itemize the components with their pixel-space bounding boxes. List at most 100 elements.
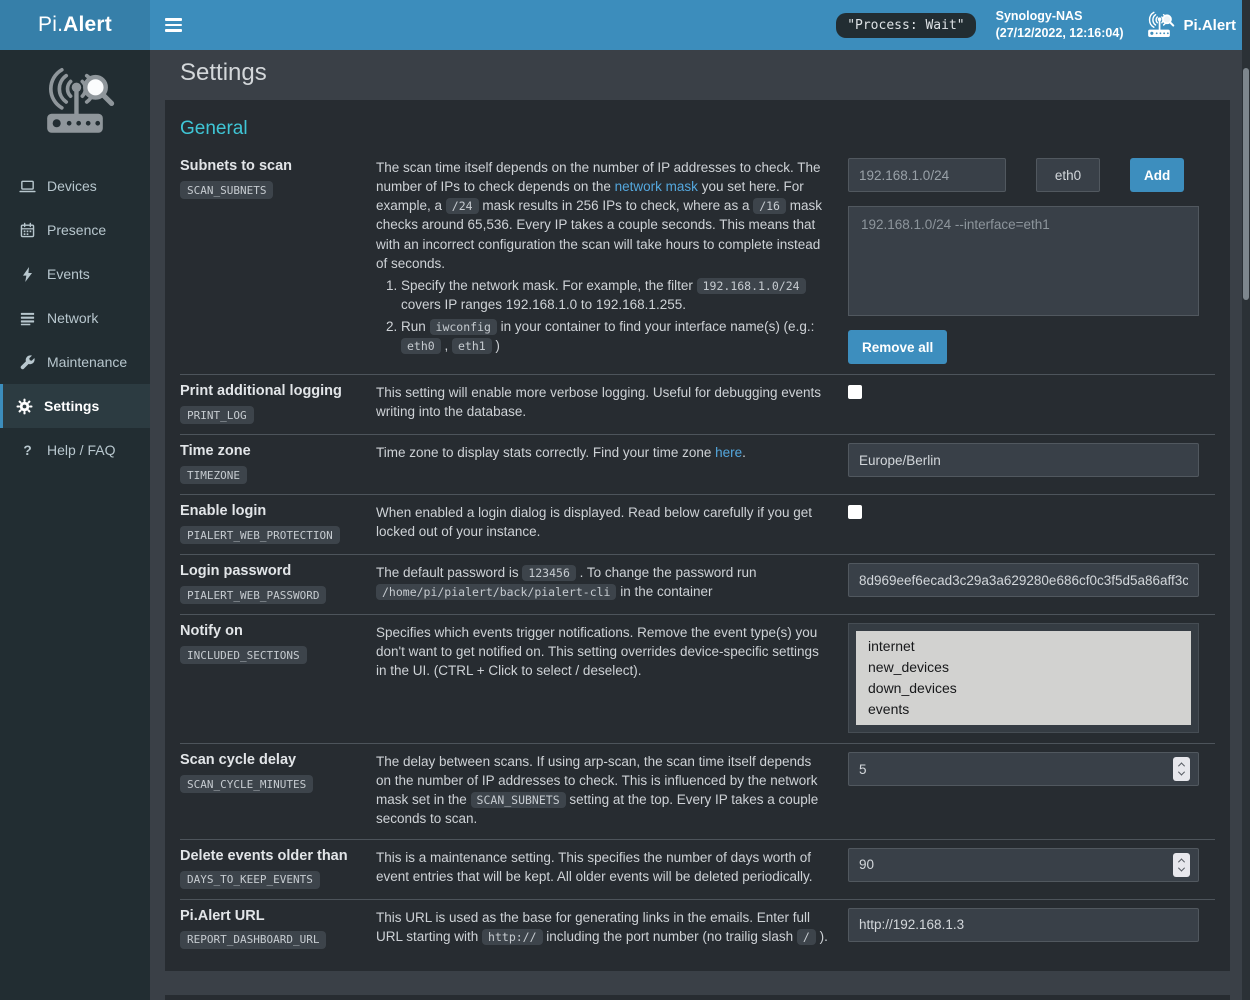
interface-input[interactable] <box>1036 158 1100 192</box>
settings-row-scan-cycle-delay: Scan cycle delaySCAN_CYCLE_MINUTESThe de… <box>180 743 1215 839</box>
sidebar-item-label: Settings <box>44 398 99 414</box>
host-info: Synology-NAS (27/12/2022, 12:16:04) <box>996 8 1124 43</box>
setting-control-cell <box>848 908 1199 949</box>
sidebar-item-devices[interactable]: Devices <box>0 164 150 208</box>
sidebar-item-help-faq[interactable]: ? Help / FAQ <box>0 428 150 472</box>
spinner-down-icon[interactable] <box>1178 769 1185 776</box>
inline-code: eth0 <box>401 338 441 354</box>
panel-general: General Subnets to scan SCAN_SUBNETS The sc… <box>165 100 1230 971</box>
sidebar-item-presence[interactable]: Presence <box>0 208 150 252</box>
scrollbar-thumb[interactable] <box>1243 68 1249 300</box>
scrollbar[interactable] <box>1242 0 1250 1000</box>
process-status-badge: "Process: Wait" <box>836 13 975 38</box>
sidebar-item-label: Network <box>47 310 98 326</box>
inline-code: / <box>797 929 816 945</box>
setting-number-input-wrap <box>848 848 1199 882</box>
add-subnet-button[interactable]: Add <box>1130 158 1184 192</box>
setting-text-input[interactable] <box>848 908 1199 942</box>
sidebar-item-events[interactable]: Events <box>0 252 150 296</box>
router-scan-icon <box>1143 11 1175 39</box>
sidebar-item-label: Presence <box>47 222 106 238</box>
brand-suffix: Alert <box>63 13 112 37</box>
multiselect-box: internetnew_devicesdown_devicesevents <box>848 623 1199 733</box>
setting-description: Time zone to display stats correctly. Fi… <box>376 443 848 484</box>
sidebar: Devices Presence Events Network Maintenance S… <box>0 50 150 1000</box>
setting-key-badge: PIALERT_WEB_PROTECTION <box>180 526 340 544</box>
section-heading: General <box>180 118 1215 140</box>
setting-label: Time zone <box>180 443 376 459</box>
hamburger-menu-icon[interactable] <box>150 0 197 50</box>
setting-checkbox[interactable] <box>848 505 862 519</box>
wrench-icon <box>18 353 36 371</box>
sidebar-item-label: Events <box>47 266 90 282</box>
setting-label: Pi.Alert URL <box>180 908 376 924</box>
inline-code: /home/pi/pialert/back/pialert-cli <box>376 584 616 600</box>
setting-checkbox[interactable] <box>848 385 862 399</box>
remove-all-button[interactable]: Remove all <box>848 330 947 364</box>
sidebar-item-maintenance[interactable]: Maintenance <box>0 340 150 384</box>
setting-key-badge: REPORT_DASHBOARD_URL <box>180 931 326 949</box>
setting-description: The delay between scans. If using arp-sc… <box>376 752 848 829</box>
navbar-brand-label: Pi.Alert <box>1183 17 1236 34</box>
setting-description: Specifies which events trigger notificat… <box>376 623 848 733</box>
setting-key-badge: DAYS_TO_KEEP_EVENTS <box>180 871 320 889</box>
number-spinner[interactable] <box>1173 853 1190 877</box>
setting-description: This is a maintenance setting. This spec… <box>376 848 848 889</box>
settings-row-notify-on: Notify onINCLUDED_SECTIONSSpecifies whic… <box>180 614 1215 743</box>
inline-code: 192.168.1.0/24 <box>697 278 806 294</box>
question-icon: ? <box>18 441 36 459</box>
multiselect-option[interactable]: events <box>856 699 1191 720</box>
multiselect-option[interactable]: internet <box>856 636 1191 657</box>
navbar-brand[interactable]: Pi.Alert <box>1143 11 1236 39</box>
setting-number-input[interactable] <box>848 848 1199 882</box>
spinner-down-icon[interactable] <box>1178 864 1185 871</box>
setting-text-input[interactable] <box>848 563 1199 597</box>
inline-code: http:// <box>482 929 542 945</box>
settings-row-delete-events-older-than: Delete events older thanDAYS_TO_KEEP_EVE… <box>180 839 1215 899</box>
setting-label-cell: Login passwordPIALERT_WEB_PASSWORD <box>180 563 376 604</box>
sidebar-item-network[interactable]: Network <box>0 296 150 340</box>
multiselect-option[interactable]: down_devices <box>856 678 1191 699</box>
setting-label: Subnets to scan <box>180 158 376 174</box>
setting-number-input[interactable] <box>848 752 1199 786</box>
panel-email: EmailEnable emailIf enabled an email is … <box>165 995 1230 1000</box>
setting-key-badge: TIMEZONE <box>180 466 247 484</box>
multiselect-option[interactable]: new_devices <box>856 657 1191 678</box>
setting-key-badge: SCAN_SUBNETS <box>180 181 273 199</box>
settings-row-print-additional-logging: Print additional loggingPRINT_LOGThis se… <box>180 374 1215 434</box>
brand-logo[interactable]: Pi.Alert <box>0 0 150 50</box>
setting-description: The scan time itself depends on the numb… <box>376 158 848 364</box>
svg-text:?: ? <box>23 443 31 458</box>
subnet-listbox[interactable]: 192.168.1.0/24 --interface=eth1 <box>848 206 1199 316</box>
setting-control-cell: Add 192.168.1.0/24 --interface=eth1 Remove… <box>848 158 1199 364</box>
inline-link[interactable]: network mask <box>615 179 698 194</box>
inline-link[interactable]: here <box>715 445 742 460</box>
setting-text-input[interactable] <box>848 443 1199 477</box>
setting-number-input-wrap <box>848 752 1199 786</box>
host-timestamp: (27/12/2022, 12:16:04) <box>996 25 1124 43</box>
subnet-input-row: Add <box>848 158 1199 192</box>
setting-control-cell <box>848 848 1199 889</box>
setting-control-cell: internetnew_devicesdown_devicesevents <box>848 623 1199 733</box>
setting-description: This URL is used as the base for generat… <box>376 908 848 949</box>
pialert-logo <box>0 50 150 164</box>
sidebar-item-settings[interactable]: Settings <box>0 384 150 428</box>
inline-code: /16 <box>753 198 786 214</box>
settings-row-pi-alert-url: Pi.Alert URL REPORT_DASHBOARD_URL This URL… <box>180 899 1215 959</box>
setting-instructions-list: Specify the network mask. For example, t… <box>376 276 828 356</box>
setting-label-cell: Time zone TIMEZONE <box>180 443 376 484</box>
bolt-icon <box>18 265 36 283</box>
setting-label-cell: Pi.Alert URL REPORT_DASHBOARD_URL <box>180 908 376 949</box>
sidebar-item-label: Help / FAQ <box>47 442 115 458</box>
setting-key-badge: PIALERT_WEB_PASSWORD <box>180 586 326 604</box>
settings-row-login-password: Login passwordPIALERT_WEB_PASSWORDThe de… <box>180 554 1215 614</box>
sidebar-item-label: Maintenance <box>47 354 127 370</box>
setting-label: Print additional logging <box>180 383 376 399</box>
subnet-mask-input[interactable] <box>848 158 1006 192</box>
subnet-entry[interactable]: 192.168.1.0/24 --interface=eth1 <box>861 217 1186 232</box>
multiselect-list[interactable]: internetnew_devicesdown_devicesevents <box>856 631 1191 725</box>
instruction-item: Specify the network mask. For example, t… <box>401 276 828 314</box>
inline-code: iwconfig <box>430 319 497 335</box>
instruction-item: Run iwconfig in your container to find y… <box>401 317 828 355</box>
number-spinner[interactable] <box>1173 757 1190 781</box>
